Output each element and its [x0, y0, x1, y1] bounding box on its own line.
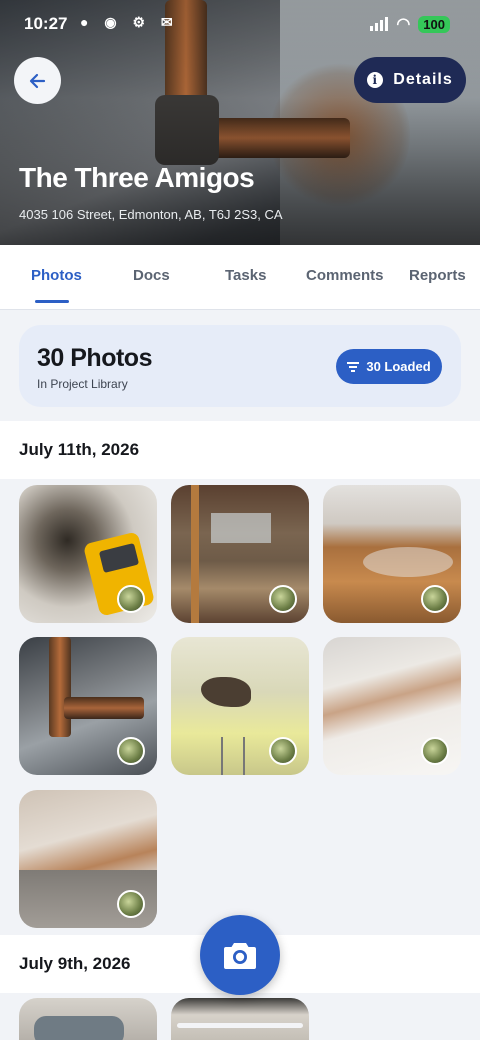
details-button[interactable]: i Details	[354, 57, 466, 103]
status-bar: 10:27 ● ◉ ⚙ ✉ ◠ 100	[0, 8, 480, 38]
camera-button[interactable]	[200, 915, 280, 995]
info-icon: i	[367, 72, 384, 88]
photo-thumbnail[interactable]	[171, 637, 309, 775]
section-date: July 11th, 2026	[19, 440, 140, 459]
photo-thumbnail[interactable]	[171, 998, 309, 1040]
photo-thumbnail[interactable]	[19, 790, 157, 928]
photo-thumbnail[interactable]	[323, 637, 461, 775]
tab-bar: Photos Docs Tasks Comments Reports	[0, 245, 480, 310]
arrow-left-icon	[29, 73, 45, 88]
loaded-filter-button[interactable]: 30 Loaded	[336, 349, 442, 384]
tab-comments[interactable]: Comments	[306, 267, 384, 284]
photo-summary-card: 30 Photos In Project Library 30 Loaded	[19, 325, 461, 407]
project-address: 4035 106 Street, Edmonton, AB, T6J 2S3, …	[19, 207, 283, 222]
filter-icon	[347, 361, 360, 372]
wifi-icon: ◠	[396, 16, 411, 33]
project-title: The Three Amigos	[19, 162, 255, 193]
uploader-avatar	[421, 585, 449, 613]
signal-icon	[370, 17, 389, 31]
notification-icons: ● ◉ ⚙ ✉	[80, 14, 179, 30]
battery-icon: 100	[418, 15, 450, 33]
uploader-avatar	[269, 585, 297, 613]
photo-thumbnail[interactable]	[171, 485, 309, 623]
status-time: 10:27	[24, 14, 68, 33]
uploader-avatar	[269, 737, 297, 765]
photo-thumbnail[interactable]	[19, 637, 157, 775]
details-label: Details	[393, 71, 453, 88]
photo-thumbnail[interactable]	[19, 998, 157, 1040]
tab-reports[interactable]: Reports	[409, 267, 466, 284]
home-indicator	[177, 1023, 303, 1028]
tab-docs[interactable]: Docs	[133, 267, 170, 284]
camera-icon	[224, 943, 256, 969]
tab-tasks[interactable]: Tasks	[225, 267, 266, 284]
photo-count-subtitle: In Project Library	[37, 377, 128, 391]
photo-count: 30 Photos	[37, 344, 152, 372]
uploader-avatar	[117, 737, 145, 765]
tab-photos[interactable]: Photos	[31, 267, 82, 284]
photo-thumbnail[interactable]	[19, 485, 157, 623]
uploader-avatar	[117, 585, 145, 613]
uploader-avatar	[421, 737, 449, 765]
loaded-label: 30 Loaded	[366, 359, 431, 374]
active-tab-indicator	[35, 300, 69, 303]
back-button[interactable]	[14, 57, 61, 104]
photo-thumbnail[interactable]	[323, 485, 461, 623]
date-section-header: July 11th, 2026	[0, 421, 480, 479]
uploader-avatar	[117, 890, 145, 918]
section-date: July 9th, 2026	[19, 954, 131, 973]
